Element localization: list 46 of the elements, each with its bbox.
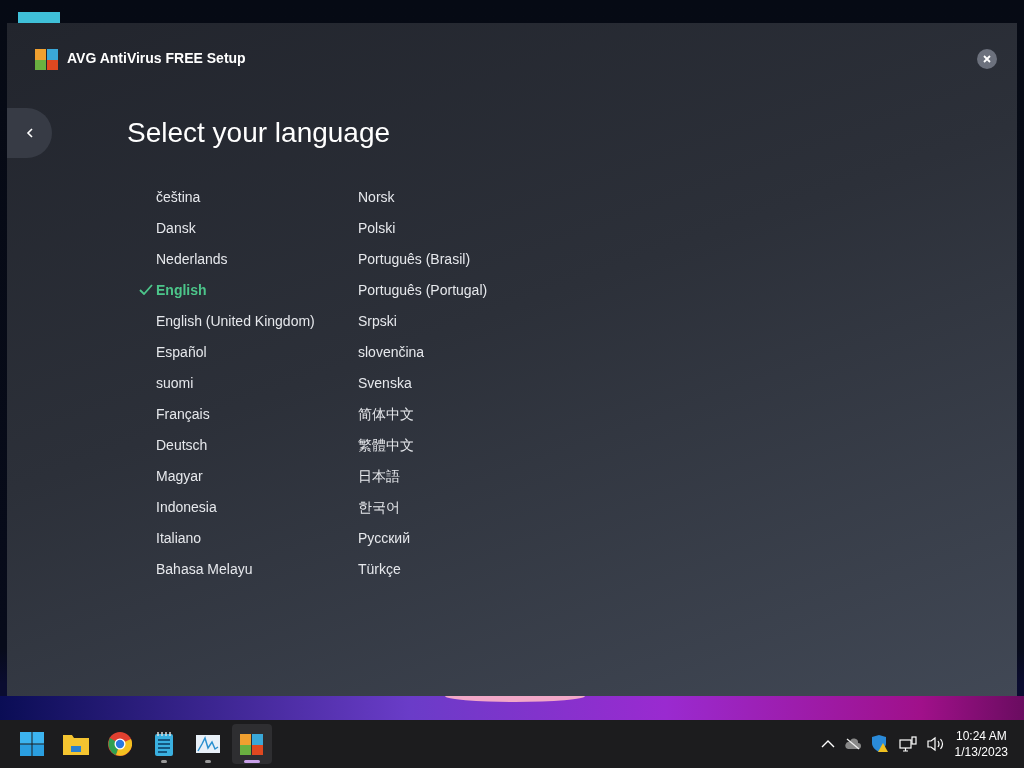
language-option[interactable]: Русский bbox=[358, 528, 410, 549]
language-option[interactable]: Deutsch bbox=[156, 435, 208, 456]
language-option[interactable]: čeština bbox=[156, 187, 201, 208]
avg-logo-icon bbox=[240, 732, 264, 756]
browser-icon bbox=[108, 732, 132, 756]
taskbar-app-button[interactable] bbox=[232, 724, 272, 764]
language-option[interactable]: Indonesia bbox=[156, 497, 217, 518]
desktop-icon[interactable] bbox=[18, 12, 60, 24]
avg-logo-icon bbox=[35, 46, 59, 71]
windows-logo-icon bbox=[20, 732, 44, 756]
chart-window-icon bbox=[196, 734, 220, 754]
window-title: AVG AntiVirus FREE Setup bbox=[67, 49, 246, 68]
back-icon bbox=[25, 128, 34, 138]
cloud-off-icon[interactable] bbox=[844, 738, 861, 750]
chevron-up-icon[interactable] bbox=[820, 740, 835, 748]
clock[interactable]: 10:24 AM 1/13/2023 bbox=[954, 728, 1008, 760]
language-option[interactable]: 日本語 bbox=[358, 466, 400, 487]
language-option[interactable]: Português (Portugal) bbox=[358, 280, 488, 301]
language-option[interactable]: slovenčina bbox=[358, 342, 425, 363]
close-icon bbox=[983, 54, 991, 63]
language-option[interactable]: Nederlands bbox=[156, 249, 228, 270]
language-option[interactable]: 繁體中文 bbox=[358, 435, 414, 456]
language-option[interactable]: 한국어 bbox=[358, 497, 400, 518]
language-option[interactable]: English bbox=[156, 280, 207, 301]
notepad-icon bbox=[154, 732, 174, 756]
language-option[interactable]: Norsk bbox=[358, 187, 395, 208]
language-option[interactable]: Svenska bbox=[358, 373, 412, 394]
language-option[interactable]: Italiano bbox=[156, 528, 202, 549]
close-button[interactable] bbox=[977, 48, 997, 69]
language-option[interactable]: 简体中文 bbox=[358, 404, 414, 425]
volume-icon[interactable] bbox=[926, 736, 945, 752]
shield-warning-icon[interactable] bbox=[870, 735, 889, 753]
language-option[interactable]: Srpski bbox=[358, 311, 397, 332]
language-option[interactable]: suomi bbox=[156, 373, 194, 394]
language-option[interactable]: Français bbox=[156, 404, 210, 425]
page-heading: Select your language bbox=[127, 116, 391, 150]
language-option[interactable]: Português (Brasil) bbox=[358, 249, 471, 270]
language-option[interactable]: Magyar bbox=[156, 466, 203, 487]
language-option[interactable]: Español bbox=[156, 342, 207, 363]
language-option[interactable]: Türkçe bbox=[358, 559, 401, 580]
network-icon[interactable] bbox=[898, 736, 917, 752]
language-option[interactable]: Bahasa Melayu bbox=[156, 559, 253, 580]
language-option[interactable]: Dansk bbox=[156, 218, 196, 239]
language-option[interactable]: Polski bbox=[358, 218, 396, 239]
folder-icon bbox=[63, 733, 89, 755]
language-option[interactable]: English (United Kingdom) bbox=[156, 311, 315, 332]
